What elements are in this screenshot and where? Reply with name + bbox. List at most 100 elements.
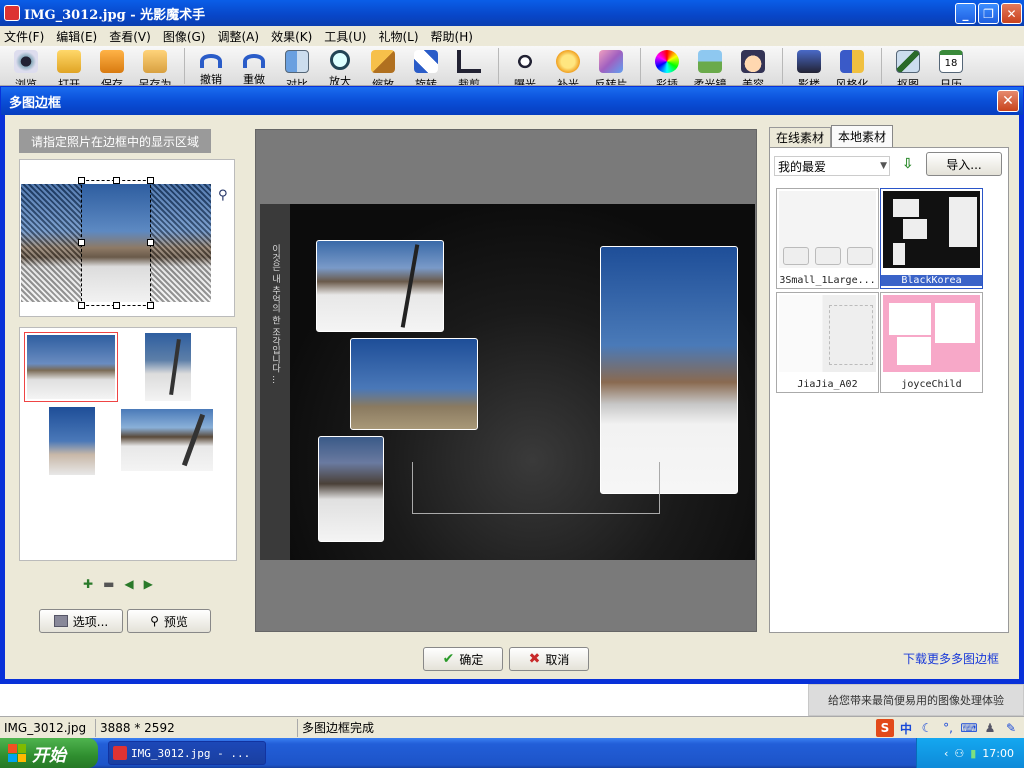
menu-image[interactable]: 图像(G)	[163, 28, 206, 45]
settings-icon	[53, 615, 68, 627]
start-button[interactable]: 开始	[0, 738, 98, 768]
browse-button[interactable]: 浏览	[6, 46, 46, 85]
magnifier-icon: ⚲	[150, 614, 159, 628]
photo-thumbnail[interactable]	[120, 408, 214, 472]
cutout-button[interactable]: 抠图	[888, 46, 928, 85]
photo-thumbnail[interactable]	[144, 332, 192, 402]
menu-tools[interactable]: 工具(U)	[324, 28, 366, 45]
tab-local[interactable]: 本地素材	[831, 125, 894, 147]
stylize-button[interactable]: 风格化	[832, 46, 872, 85]
redo-button[interactable]: 重做	[234, 46, 274, 85]
options-button[interactable]: 选项...	[39, 609, 123, 633]
menu-help[interactable]: 帮助(H)	[431, 28, 473, 45]
status-dimensions: 3888 * 2592	[96, 718, 298, 737]
toolbar-separator	[640, 48, 641, 84]
category-select[interactable]: 我的最爱 ▼	[774, 156, 890, 176]
network-icon[interactable]: ⚇	[954, 747, 964, 760]
crop-handle[interactable]	[78, 177, 85, 184]
user-icon[interactable]: ♟	[981, 719, 999, 737]
soft-focus-button[interactable]: 柔光镜	[690, 46, 730, 85]
beauty-button[interactable]: 美容	[733, 46, 773, 85]
dialog-close-button[interactable]: ✕	[997, 90, 1019, 112]
crop-button[interactable]: 裁剪	[449, 46, 489, 85]
frame-photo-1	[316, 240, 444, 332]
wrench-icon[interactable]: ✎	[1002, 719, 1020, 737]
save-button[interactable]: 保存	[92, 46, 132, 85]
keyboard-icon[interactable]: ⌨	[960, 719, 978, 737]
rotate-icon	[414, 50, 438, 73]
crop-handle[interactable]	[147, 177, 154, 184]
crop-handle[interactable]	[147, 302, 154, 309]
frame-item[interactable]: 3Small_1Large...	[776, 188, 879, 289]
studio-button[interactable]: 影楼	[789, 46, 829, 85]
compare-button[interactable]: 对比	[277, 46, 317, 85]
cross-process-button[interactable]: 反转片	[591, 46, 631, 85]
ok-button[interactable]: ✔ 确定	[423, 647, 503, 671]
menu-edit[interactable]: 编辑(E)	[56, 28, 97, 45]
crop-handle[interactable]	[78, 302, 85, 309]
menu-effects[interactable]: 效果(K)	[271, 28, 312, 45]
frame-photo-3	[318, 436, 384, 542]
zoom-in-button[interactable]: 放大	[320, 46, 360, 85]
promo-notice: 给您带来最简便易用的图像处理体验	[808, 684, 1024, 716]
sun-icon	[513, 50, 537, 73]
calendar-button[interactable]: 18 日历	[931, 46, 971, 85]
photo-thumbnail-list	[19, 327, 237, 561]
folder-icon	[57, 50, 81, 73]
move-left-icon[interactable]: ◀	[124, 577, 133, 591]
photo-thumbnail[interactable]	[48, 406, 96, 476]
crop-editor[interactable]: ⚲	[19, 159, 235, 317]
ime-toolbar: S 中 ☾ °, ⌨ ♟ ✎	[876, 718, 1020, 738]
remove-icon[interactable]: ▬	[103, 577, 114, 591]
undo-button[interactable]: 撤销	[191, 46, 231, 85]
color-button[interactable]: 彩插	[647, 46, 687, 85]
landscape-icon	[698, 50, 722, 73]
app-title-bar[interactable]: IMG_3012.jpg - 光影魔术手 _ ❐ ✕	[0, 0, 1024, 26]
fill-light-button[interactable]: 补光	[548, 46, 588, 85]
sogou-icon[interactable]: S	[876, 719, 894, 737]
compare-icon	[285, 50, 309, 73]
taskbar-item-app[interactable]: IMG_3012.jpg - ...	[108, 741, 266, 765]
calendar-icon: 18	[939, 50, 963, 73]
face-icon	[741, 50, 765, 73]
crop-handle[interactable]	[147, 239, 154, 246]
photo-thumbnail[interactable]	[24, 332, 118, 402]
rotate-button[interactable]: 旋转	[406, 46, 446, 85]
dialog-title-bar[interactable]: 多图边框 ✕	[1, 87, 1023, 115]
frame-item[interactable]: joyceChild	[880, 292, 983, 393]
menu-file[interactable]: 文件(F)	[4, 28, 44, 45]
back-arrow-icon[interactable]: ‹	[944, 747, 948, 760]
tab-online[interactable]: 在线素材	[769, 127, 832, 147]
preview-button[interactable]: ⚲ 预览	[127, 609, 211, 633]
close-window-button[interactable]: ✕	[1001, 3, 1022, 24]
exposure-button[interactable]: 曝光	[505, 46, 545, 85]
crop-handle[interactable]	[113, 177, 120, 184]
menu-adjust[interactable]: 调整(A)	[217, 28, 259, 45]
menu-gifts[interactable]: 礼物(L)	[378, 28, 418, 45]
crop-handle[interactable]	[78, 239, 85, 246]
open-button[interactable]: 打开	[49, 46, 89, 85]
moon-icon[interactable]: ☾	[918, 719, 936, 737]
crop-handle[interactable]	[113, 302, 120, 309]
restore-button[interactable]: ❐	[978, 3, 999, 24]
download-more-frames-link[interactable]: 下载更多多图边框	[903, 650, 999, 667]
move-right-icon[interactable]: ▶	[144, 577, 153, 591]
ime-chinese-icon[interactable]: 中	[897, 719, 915, 737]
resize-button[interactable]: 缩放	[363, 46, 403, 85]
crop-selection[interactable]	[78, 177, 154, 309]
zoom-icon[interactable]: ⚲	[218, 188, 228, 203]
punctuation-icon[interactable]: °,	[939, 719, 957, 737]
add-icon[interactable]: ✚	[83, 577, 93, 591]
cancel-button[interactable]: ✖ 取消	[509, 647, 589, 671]
frame-photo-2	[350, 338, 478, 430]
save-as-button[interactable]: 另存为	[135, 46, 175, 85]
frame-item[interactable]: JiaJia_A02	[776, 292, 879, 393]
frame-item-selected[interactable]: BlackKorea	[880, 188, 983, 289]
redo-icon	[243, 54, 265, 68]
minimize-button[interactable]: _	[955, 3, 976, 24]
download-arrow-icon[interactable]: ⇩	[902, 156, 914, 172]
import-button[interactable]: 导入...	[926, 152, 1002, 176]
clock[interactable]: 17:00	[982, 747, 1014, 760]
menu-view[interactable]: 查看(V)	[109, 28, 151, 45]
signal-icon[interactable]: ▮	[970, 747, 976, 760]
